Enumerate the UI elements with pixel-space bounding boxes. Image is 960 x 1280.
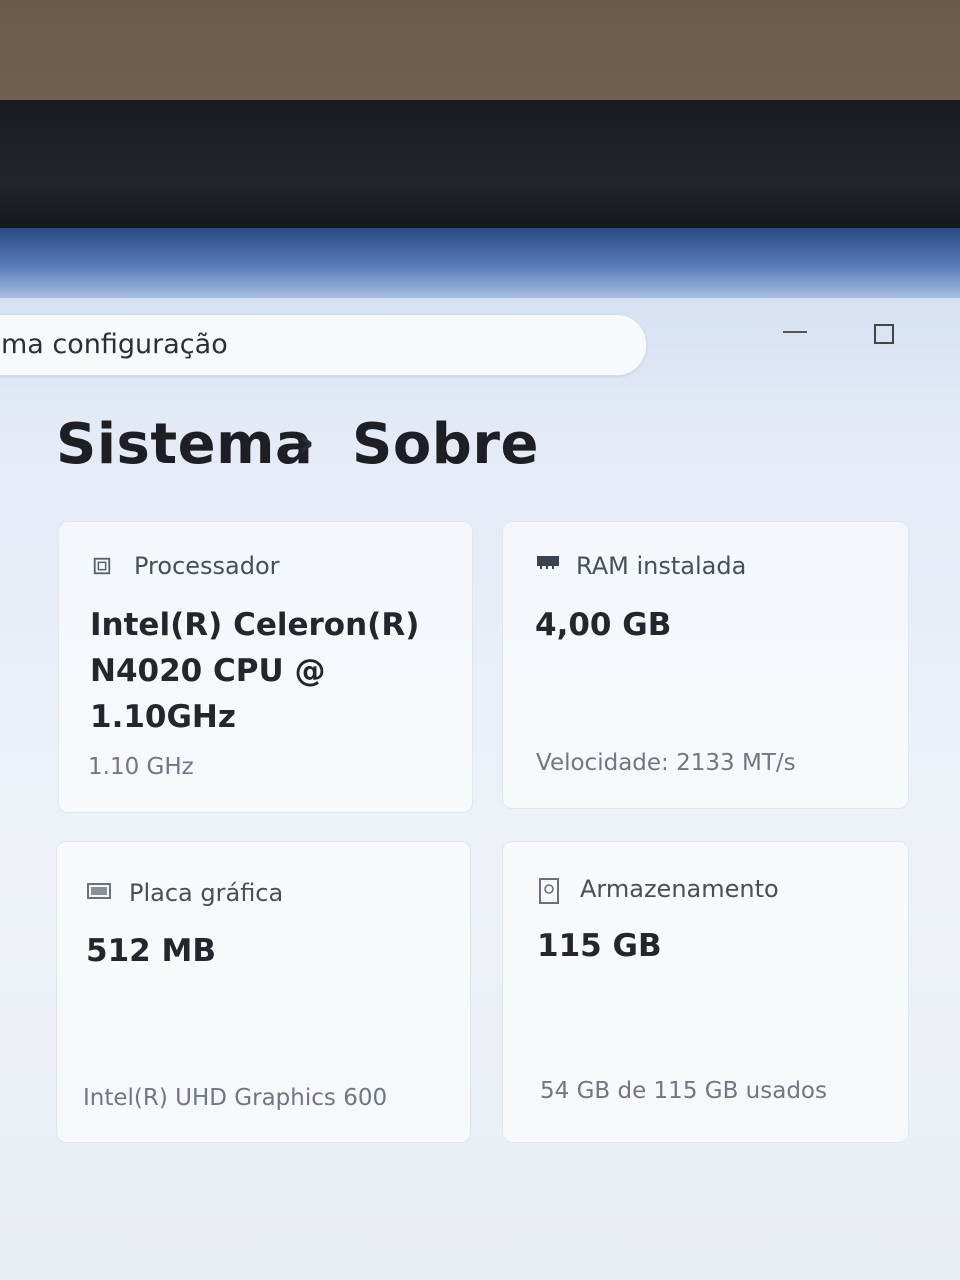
processor-card: Processador Intel(R) Celeron(R) N4020 CP…	[58, 521, 473, 813]
page-title: Sobre	[352, 412, 539, 477]
processor-label: Processador	[134, 552, 280, 580]
laptop-bezel	[0, 100, 960, 286]
minimize-button[interactable]	[783, 331, 807, 333]
processor-speed: 1.10 GHz	[88, 754, 194, 780]
desktop-band	[0, 228, 960, 298]
ram-card: RAM instalada 4,00 GB Velocidade: 2133 M…	[502, 521, 909, 809]
ram-value: 4,00 GB	[535, 607, 672, 643]
maximize-button[interactable]	[874, 324, 894, 344]
breadcrumb-parent[interactable]: Sistema	[56, 412, 313, 477]
storage-value: 115 GB	[537, 928, 662, 964]
breadcrumb-chevron-icon: ›	[298, 420, 315, 466]
ram-label: RAM instalada	[576, 552, 747, 580]
storage-usage: 54 GB de 115 GB usados	[540, 1078, 827, 1104]
storage-icon	[539, 878, 559, 904]
screen: ma configuração Sistema › Sobre Processa…	[0, 228, 960, 1280]
ram-speed: Velocidade: 2133 MT/s	[536, 750, 796, 776]
graphics-label: Placa gráfica	[129, 879, 284, 907]
graphics-value: 512 MB	[86, 933, 216, 969]
display-icon	[87, 883, 111, 899]
storage-label: Armazenamento	[580, 875, 779, 903]
storage-card: Armazenamento 115 GB 54 GB de 115 GB usa…	[502, 841, 909, 1143]
processor-name-line1: Intel(R) Celeron(R)	[90, 607, 420, 643]
search-bar[interactable]: ma configuração	[0, 314, 647, 376]
processor-icon	[93, 557, 111, 575]
memory-icon	[537, 556, 559, 569]
graphics-model: Intel(R) UHD Graphics 600	[83, 1085, 388, 1111]
graphics-card: Placa gráfica 512 MB Intel(R) UHD Graphi…	[56, 841, 471, 1143]
search-input[interactable]: ma configuração	[1, 329, 228, 360]
processor-name-line2: N4020 CPU @ 1.10GHz	[90, 653, 326, 735]
